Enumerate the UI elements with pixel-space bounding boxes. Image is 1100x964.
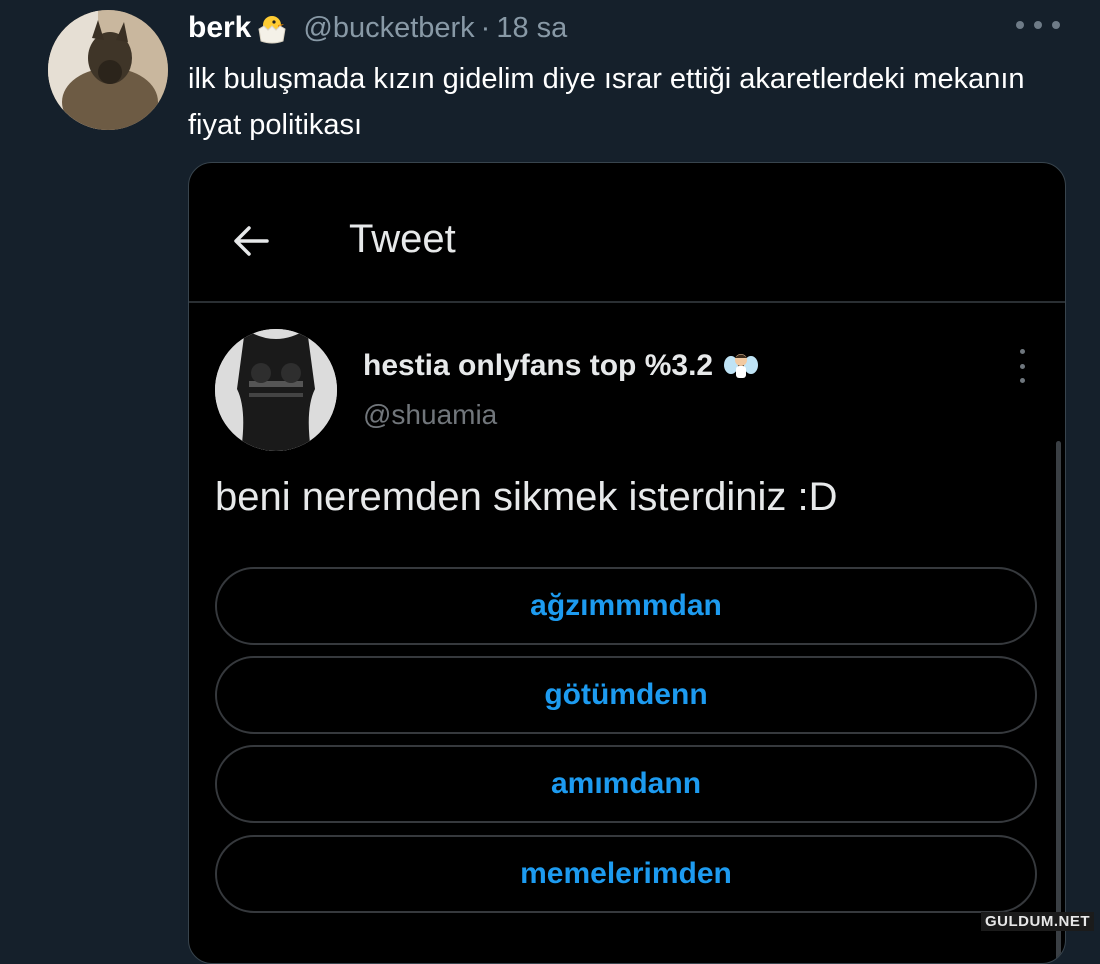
more-options-icon[interactable] (1016, 12, 1060, 38)
dog-avatar-image (48, 10, 168, 130)
scrollbar (1056, 441, 1061, 963)
screenshot-author-handle: @shuamia (363, 399, 498, 430)
poll-option: amımdann (215, 745, 1037, 823)
hatching-chick-icon (255, 11, 289, 45)
separator-dot: · (480, 11, 491, 44)
tweet-text: ilk buluşmada kızın gidelim diye ısrar e… (188, 63, 1025, 141)
tweet-media-image[interactable]: Tweet hestia onlyfans top %3.2 @shuamia … (188, 162, 1066, 964)
author-handle[interactable]: @bucketberk (303, 12, 474, 45)
tweet-header: berk @bucketberk · 18 sa (188, 8, 567, 48)
screenshot-header: Tweet (189, 163, 1065, 303)
author-name[interactable]: berk (188, 11, 251, 45)
back-arrow-icon (234, 226, 269, 256)
vertical-more-icon (1017, 349, 1027, 383)
watermark: GULDUM.NET (981, 912, 1094, 931)
screenshot-author-name: hestia onlyfans top %3.2 (363, 349, 759, 383)
poll-option: memelerimden (215, 835, 1037, 913)
screenshot-author-name-text: hestia onlyfans top %3.2 (363, 349, 714, 382)
poll-option: ağzımmmdan (215, 567, 1037, 645)
poll-option: götümdenn (215, 656, 1037, 734)
screenshot-author-avatar (215, 329, 337, 451)
screenshot-tweet-text: beni neremden sikmek isterdiniz :D (215, 475, 838, 519)
screenshot-header-title: Tweet (349, 217, 456, 261)
tweet-timestamp[interactable]: 18 sa (496, 12, 567, 45)
fairy-icon (723, 351, 759, 383)
author-avatar[interactable] (48, 10, 168, 130)
person-avatar-image (215, 329, 337, 451)
